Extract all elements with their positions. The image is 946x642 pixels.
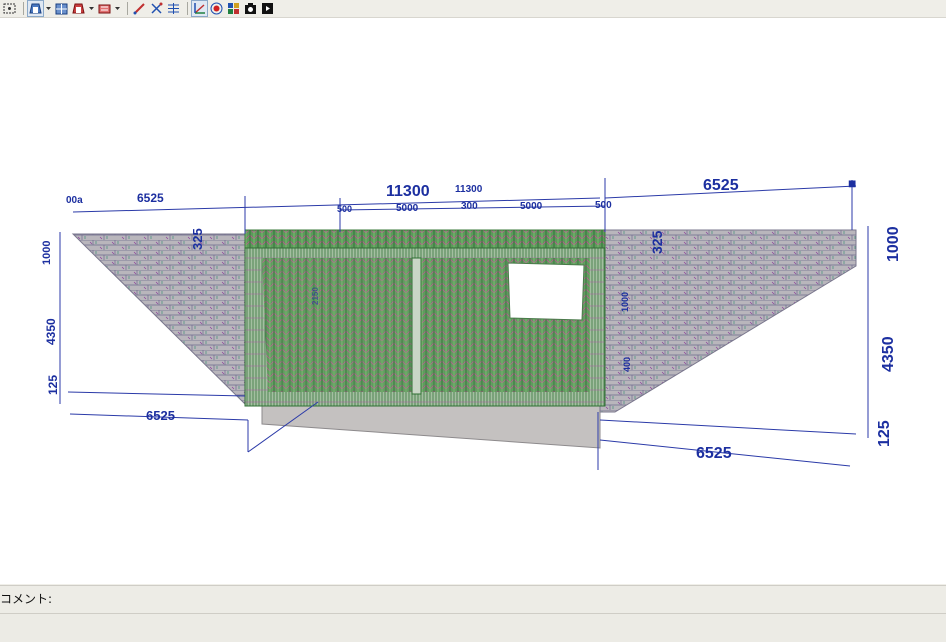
toolbar-separator (127, 2, 128, 15)
dim-top-left-wing: 6525 (137, 191, 164, 205)
dim-inner-label: 1000 (620, 292, 630, 312)
3d-viewport[interactable]: 11300 11300 6525 6525 00a 500 5000 300 5… (0, 18, 946, 584)
right-wing-wall (599, 229, 857, 413)
dim-top-part: 5000 (520, 201, 543, 212)
marker-glyph: ■ (848, 175, 856, 191)
measure-icon[interactable] (132, 1, 147, 16)
status-bar (0, 614, 946, 642)
view-3d-icon[interactable] (27, 0, 44, 17)
dim-bottom-left-wing: 6525 (146, 408, 175, 423)
comment-label: コメント: (0, 592, 53, 606)
dim-slab-left: 325 (190, 228, 205, 250)
middle-wall (411, 257, 422, 395)
toolbar-separator (23, 2, 24, 15)
dim-top-part: 5000 (396, 203, 419, 214)
view-front-icon[interactable] (71, 1, 86, 16)
chevron-down-icon[interactable] (88, 1, 95, 16)
dimension-icon[interactable] (149, 1, 164, 16)
dim-right-height: 4350 (880, 336, 897, 372)
dim-inner-label: 2150 (311, 287, 320, 305)
palette-icon[interactable] (226, 1, 241, 16)
structure-drawing: 11300 11300 6525 6525 00a 500 5000 300 5… (41, 175, 902, 470)
toolbar-separator (187, 2, 188, 15)
target-icon[interactable] (209, 1, 224, 16)
chevron-down-icon[interactable] (45, 1, 52, 16)
camera-icon[interactable] (243, 1, 258, 16)
comment-bar: コメント: (0, 585, 946, 614)
dim-right-height: 1000 (885, 226, 902, 262)
comment-input[interactable] (62, 590, 944, 610)
dim-top-total-small: 11300 (455, 184, 483, 195)
play-icon[interactable] (260, 1, 275, 16)
dim-left-edge: 00a (66, 195, 83, 206)
left-cell (262, 258, 412, 392)
dim-right-height: 125 (876, 420, 893, 447)
left-wing-wall (71, 233, 251, 405)
dim-top-total: 11300 (386, 183, 430, 200)
dim-inner-label: 400 (622, 357, 632, 372)
dim-bottom-right-wing: 6525 (696, 445, 732, 462)
dim-slab-right: 325 (649, 230, 665, 254)
toolbar (0, 0, 946, 18)
dim-top-part: 300 (461, 201, 478, 212)
dim-left-height: 125 (46, 375, 60, 395)
select-icon[interactable] (2, 1, 17, 16)
grid-lines-icon[interactable] (166, 1, 181, 16)
dim-top-part: 500 (595, 200, 612, 211)
dim-top-part: 500 (337, 204, 352, 214)
top-slab (244, 229, 606, 251)
dim-left-height: 1000 (41, 241, 53, 265)
opening (507, 262, 585, 321)
view-side-icon[interactable] (97, 1, 112, 16)
chevron-down-icon[interactable] (114, 1, 121, 16)
dim-top-right-wing: 6525 (703, 177, 739, 194)
view-plan-icon[interactable] (54, 1, 69, 16)
dim-left-height: 4350 (44, 318, 58, 345)
axis-icon[interactable] (191, 0, 208, 17)
